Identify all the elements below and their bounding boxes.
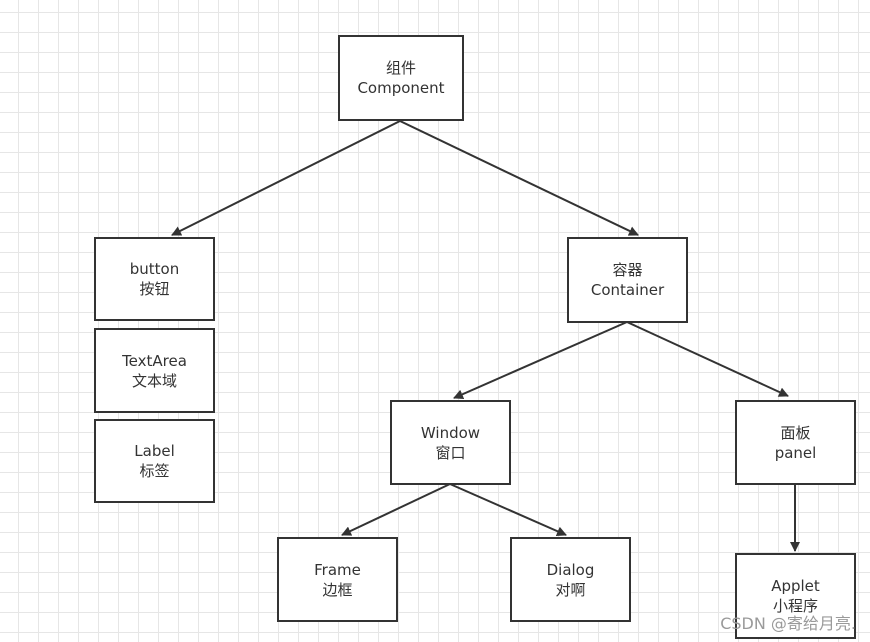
node-label-zh: 按钮 (139, 280, 170, 298)
node-panel[interactable]: 面板 panel (735, 400, 856, 485)
node-label-zh: 容器 (612, 261, 643, 279)
edge-window-dialog (449, 483, 567, 536)
edge-container-window (453, 321, 628, 399)
node-label-en: Component (357, 79, 445, 97)
watermark: CSDN @寄给月亮. (720, 614, 856, 633)
node-label-en: TextArea (122, 351, 187, 370)
node-label-zh: 组件 (385, 59, 416, 77)
node-container[interactable]: 容器 Container (567, 237, 688, 323)
edge-component-button (171, 120, 401, 236)
node-label-en: Container (590, 281, 665, 299)
node-label-zh: 对啊 (555, 580, 586, 599)
node-label-en: Frame (314, 560, 361, 579)
node-label-zh: 文本域 (131, 371, 177, 390)
edge-window-frame (341, 483, 451, 536)
node-label-zh: 标签 (139, 462, 170, 480)
node-label-en: panel (774, 443, 817, 462)
node-label-en: Dialog (546, 560, 595, 579)
node-label-zh: 面板 (780, 423, 811, 442)
node-label-en: Applet (771, 577, 820, 595)
node-button[interactable]: button 按钮 (94, 237, 215, 321)
node-label-zh: 窗口 (435, 443, 466, 462)
edge-container-panel (626, 321, 789, 397)
node-frame[interactable]: Frame 边框 (277, 537, 398, 622)
node-textarea[interactable]: TextArea 文本域 (94, 328, 215, 413)
node-dialog[interactable]: Dialog 对啊 (510, 537, 631, 622)
node-label-en: button (129, 260, 180, 278)
node-label-en: Window (420, 423, 481, 442)
node-label-en: Label (134, 442, 175, 460)
node-component[interactable]: 组件 Component (338, 35, 464, 121)
node-window[interactable]: Window 窗口 (390, 400, 511, 485)
node-label-zh: 边框 (322, 580, 353, 599)
edge-component-container (399, 120, 639, 236)
node-label[interactable]: Label 标签 (94, 419, 215, 503)
